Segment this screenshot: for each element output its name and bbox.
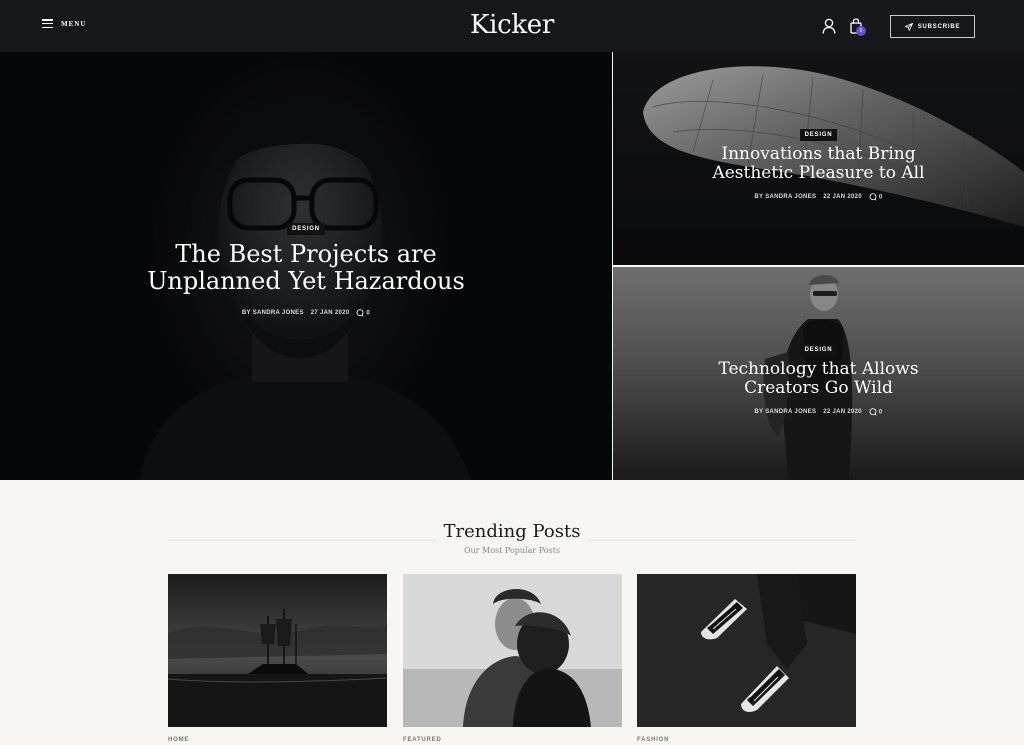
post-author[interactable]: BY SANDRA JONES <box>242 310 304 316</box>
subscribe-label: SUBSCRIBE <box>917 23 961 30</box>
site-logo[interactable]: Kicker <box>470 10 554 40</box>
comment-icon <box>869 193 877 202</box>
post-meta: BY SANDRA JONES 22 JAN 2020 0 <box>613 408 1024 417</box>
trending-card-1[interactable] <box>168 574 387 727</box>
card-category[interactable]: FEATURED <box>403 737 442 743</box>
hero-featured-post[interactable]: DESIGN The Best Projects are Unplanned Y… <box>0 52 612 480</box>
site-logo-wrap: Kicker <box>0 10 1024 40</box>
post-date: 27 JAN 2020 <box>310 310 350 317</box>
post-author[interactable]: BY SANDRA JONES <box>754 194 816 200</box>
paper-plane-icon <box>904 22 913 31</box>
user-icon[interactable] <box>822 18 836 34</box>
section-title: Trending Posts <box>443 521 581 542</box>
post-title-line-2: Unplanned Yet Hazardous <box>147 267 465 296</box>
post-meta: BY SANDRA JONES 22 JAN 2020 0 <box>613 193 1024 202</box>
post-title-line-1: Innovations that Bring <box>721 144 916 164</box>
category-tag[interactable]: DESIGN <box>287 223 325 235</box>
post-comments[interactable]: 0 <box>869 408 883 417</box>
hero-post-content: DESIGN The Best Projects are Unplanned Y… <box>0 217 612 317</box>
side1-post-content: DESIGN Innovations that Bring Aesthetic … <box>613 123 1024 202</box>
cart-count-badge: 0 <box>856 26 866 36</box>
site-header: MENU Kicker 0 SUBSCRIBE <box>0 0 1024 52</box>
post-title-line-1: Technology that Allows <box>718 359 919 379</box>
comment-count: 0 <box>878 409 883 416</box>
post-comments[interactable]: 0 <box>356 309 370 317</box>
comment-icon <box>357 309 364 317</box>
ship-at-night-image <box>168 574 387 727</box>
post-author[interactable]: BY SANDRA JONES <box>754 409 816 415</box>
post-meta: BY SANDRA JONES 27 JAN 2020 0 <box>0 309 612 317</box>
category-tag[interactable]: DESIGN <box>799 344 838 356</box>
menu-label: MENU <box>61 19 87 28</box>
trending-card-2[interactable] <box>403 574 622 727</box>
card-category[interactable]: HOME <box>168 737 189 743</box>
post-title-line-1: The Best Projects are <box>175 240 437 268</box>
hero-side-post-2[interactable]: DESIGN Technology that Allows Creators G… <box>613 267 1024 480</box>
post-title[interactable]: Innovations that Bring Aesthetic Pleasur… <box>613 144 1024 184</box>
comment-count: 0 <box>878 194 883 201</box>
post-title[interactable]: Technology that Allows Creators Go Wild <box>613 359 1024 399</box>
side2-post-content: DESIGN Technology that Allows Creators G… <box>613 338 1024 417</box>
hero-side-post-1[interactable]: DESIGN Innovations that Bring Aesthetic … <box>613 52 1024 265</box>
post-title-line-2: Creators Go Wild <box>744 378 893 399</box>
post-title[interactable]: The Best Projects are Unplanned Yet Haza… <box>0 240 612 296</box>
sneakers-on-asphalt-image <box>637 574 856 727</box>
subscribe-button[interactable]: SUBSCRIBE <box>890 15 975 38</box>
couple-embrace-image <box>403 574 622 727</box>
section-subtitle: Our Most Popular Posts <box>463 546 561 555</box>
comment-count: 0 <box>366 310 371 317</box>
menu-button[interactable]: MENU <box>42 19 86 28</box>
hamburger-icon <box>42 19 53 28</box>
category-tag[interactable]: DESIGN <box>799 129 838 141</box>
post-date: 22 JAN 2020 <box>823 409 862 416</box>
trending-card-3[interactable] <box>637 574 856 727</box>
post-date: 22 JAN 2020 <box>823 194 862 201</box>
post-title-line-2: Aesthetic Pleasure to All <box>712 163 925 184</box>
post-comments[interactable]: 0 <box>869 193 883 202</box>
comment-icon <box>869 408 877 417</box>
card-category[interactable]: FASHION <box>637 737 669 743</box>
